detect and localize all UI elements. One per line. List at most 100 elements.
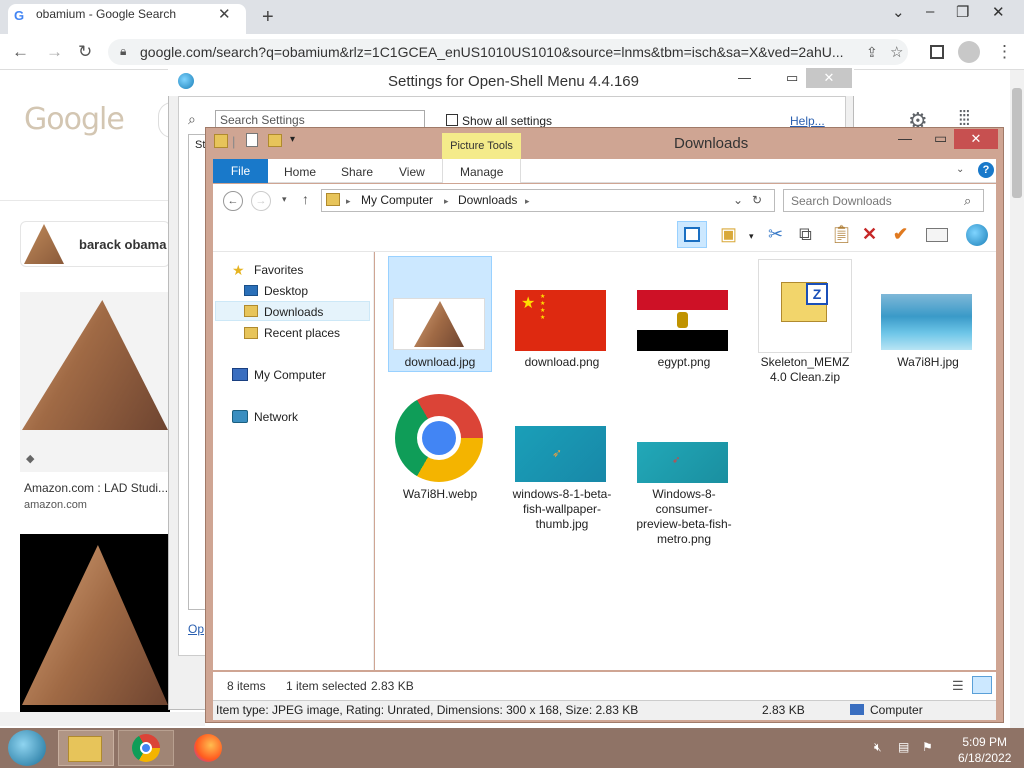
restore-icon[interactable]: ❐ bbox=[956, 3, 969, 21]
ribbon-expand-icon[interactable]: ⌄ bbox=[956, 164, 964, 175]
shell-icon[interactable] bbox=[966, 224, 988, 246]
scrollbar-thumb[interactable] bbox=[1012, 88, 1022, 198]
google-logo[interactable]: Google bbox=[24, 102, 125, 137]
bookmark-star-icon[interactable]: ☆ bbox=[890, 43, 903, 61]
result-domain: amazon.com bbox=[24, 499, 87, 511]
tab-manage-label[interactable]: Manage bbox=[460, 165, 503, 179]
tab-view[interactable]: View bbox=[399, 165, 425, 179]
recent-places-icon bbox=[244, 327, 258, 339]
tab-home[interactable]: Home bbox=[284, 165, 316, 179]
file-name[interactable]: Wa7i8H.jpg bbox=[878, 355, 978, 370]
lock-icon[interactable]: 🔒︎ bbox=[120, 44, 126, 59]
large-icons-view-icon[interactable] bbox=[972, 676, 992, 694]
more-menu-icon[interactable]: ⋮ bbox=[996, 42, 1013, 62]
chevron-down-icon[interactable]: ⌄ bbox=[892, 3, 905, 21]
properties-icon[interactable] bbox=[246, 133, 258, 147]
checkmark-icon[interactable]: ✔ bbox=[893, 224, 908, 245]
openshell-link[interactable]: Op bbox=[188, 622, 204, 636]
search-icon[interactable]: ⌕ bbox=[964, 193, 971, 209]
cut-icon[interactable]: ✂ bbox=[768, 224, 783, 245]
rename-icon[interactable] bbox=[926, 228, 948, 242]
show-all-label[interactable]: Show all settings bbox=[462, 114, 552, 128]
forward-icon[interactable]: → bbox=[46, 42, 63, 62]
nav-favorites[interactable]: Favorites bbox=[254, 263, 303, 277]
nav-downloads[interactable]: Downloads bbox=[264, 305, 323, 319]
network-tray-icon[interactable]: ▤ bbox=[898, 740, 909, 754]
volume-muted-icon[interactable]: 🔇︎ bbox=[874, 740, 882, 755]
up-arrow-icon[interactable]: ↑ bbox=[302, 191, 309, 207]
google-favicon-icon: G bbox=[14, 8, 25, 23]
chevron-right-icon[interactable]: ▸ bbox=[346, 196, 351, 207]
nav-my-computer[interactable]: My Computer bbox=[254, 368, 326, 382]
file-name[interactable]: Skeleton_MEMZ 4.0 Clean.zip bbox=[755, 355, 855, 385]
minimize-icon[interactable]: – bbox=[926, 3, 934, 20]
back-icon[interactable]: ← bbox=[223, 191, 243, 211]
network-icon bbox=[232, 410, 248, 423]
folder-check-icon[interactable]: ▣ bbox=[720, 224, 737, 245]
address-root[interactable]: My Computer bbox=[361, 193, 433, 207]
close-icon[interactable]: ✕ bbox=[954, 129, 998, 149]
help-link[interactable]: Help... bbox=[790, 114, 825, 128]
url-text[interactable]: google.com/search?q=obamium&rlz=1C1GCEA_… bbox=[140, 44, 844, 60]
star-icon: ★ bbox=[232, 262, 245, 278]
nav-recent-places[interactable]: Recent places bbox=[264, 326, 340, 340]
egypt-flag-thumbnail[interactable] bbox=[637, 290, 728, 310]
paste-icon[interactable]: 📋︎ bbox=[830, 224, 853, 245]
tab-title: obamium - Google Search bbox=[36, 7, 177, 21]
desktop-icon bbox=[244, 285, 258, 296]
start-button[interactable] bbox=[8, 730, 46, 766]
new-tab-icon[interactable]: + bbox=[262, 6, 274, 29]
folder-icon bbox=[214, 134, 228, 148]
file-name[interactable]: egypt.png bbox=[634, 355, 734, 370]
new-folder-icon[interactable] bbox=[268, 134, 282, 147]
maximize-icon[interactable]: ▭ bbox=[934, 130, 947, 147]
address-dropdown-icon[interactable]: ⌄ bbox=[733, 193, 743, 207]
minimize-icon[interactable]: — bbox=[898, 130, 912, 146]
downloads-folder-icon bbox=[244, 305, 258, 317]
minimize-icon[interactable]: — bbox=[738, 70, 751, 85]
address-folder[interactable]: Downloads bbox=[458, 193, 517, 207]
share-icon[interactable]: ⇪ bbox=[866, 44, 878, 61]
side-panel-icon[interactable] bbox=[930, 45, 944, 59]
show-all-checkbox[interactable] bbox=[446, 114, 458, 126]
forward-icon[interactable]: → bbox=[251, 191, 271, 211]
taskbar-clock[interactable]: 5:09 PM 6/18/2022 bbox=[958, 734, 1011, 766]
copy-icon[interactable]: ⧉ bbox=[799, 224, 812, 245]
refresh-icon[interactable]: ↻ bbox=[752, 193, 762, 207]
chevron-right-icon[interactable]: ▸ bbox=[525, 196, 530, 207]
maximize-icon[interactable]: ▭ bbox=[786, 70, 798, 86]
recent-locations-icon[interactable]: ▾ bbox=[282, 194, 287, 205]
chevron-right-icon[interactable]: ▸ bbox=[444, 196, 449, 207]
fish-icon: ➶ bbox=[552, 446, 563, 460]
help-icon[interactable]: ? bbox=[978, 162, 994, 178]
firefox-icon[interactable] bbox=[194, 734, 222, 762]
qat-dropdown-icon[interactable]: ▾ bbox=[290, 134, 295, 145]
file-name[interactable]: download.jpg bbox=[390, 355, 490, 370]
fish-metro-thumbnail[interactable] bbox=[637, 442, 728, 483]
tab-close-icon[interactable]: ✕ bbox=[218, 5, 231, 23]
preview-pane-icon bbox=[684, 227, 700, 242]
horizontal-scrollbar[interactable] bbox=[0, 712, 205, 726]
tab-share[interactable]: Share bbox=[341, 165, 373, 179]
reload-icon[interactable]: ↻ bbox=[78, 42, 92, 62]
dropdown-icon[interactable]: ▾ bbox=[749, 231, 754, 242]
tag-icon: ◆ bbox=[26, 453, 35, 465]
zip-z-icon: Z bbox=[806, 283, 828, 305]
action-center-icon[interactable]: ⚑ bbox=[922, 740, 933, 754]
file-name[interactable]: download.png bbox=[512, 355, 612, 370]
nav-network[interactable]: Network bbox=[254, 410, 298, 424]
file-name[interactable]: windows-8-1-beta-fish-wallpaper-thumb.jp… bbox=[512, 487, 612, 532]
profile-avatar[interactable] bbox=[958, 41, 980, 63]
picture-tools-context: Picture Tools bbox=[442, 133, 521, 159]
delete-icon[interactable]: ✕ bbox=[862, 224, 877, 245]
nav-desktop[interactable]: Desktop bbox=[264, 284, 308, 298]
ocean-thumbnail[interactable] bbox=[881, 294, 972, 350]
result-title[interactable]: Amazon.com : LAD Studi... bbox=[24, 481, 168, 495]
close-icon[interactable]: ✕ bbox=[806, 68, 852, 88]
file-name[interactable]: Windows-8-consumer-preview-beta-fish-met… bbox=[634, 487, 734, 547]
tab-file[interactable]: File bbox=[213, 159, 268, 183]
file-name[interactable]: Wa7i8H.webp bbox=[390, 487, 490, 502]
close-icon[interactable]: ✕ bbox=[992, 3, 1005, 21]
details-view-icon[interactable]: ☰ bbox=[952, 678, 964, 694]
back-icon[interactable]: ← bbox=[12, 42, 29, 62]
